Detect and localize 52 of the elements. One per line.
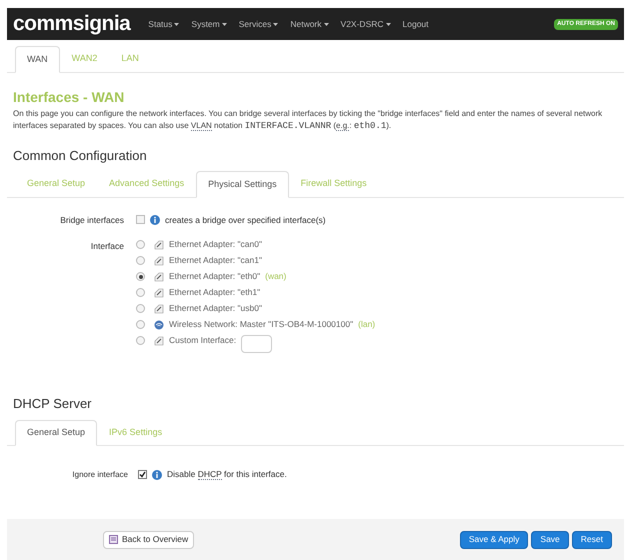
- field-label: Interface: [90, 240, 125, 254]
- page-description: On this page you can configure the network interfaces. You can bridge several interfaces by ticking the "bridge interfaces" field and enter the names of several network interfaces separated by spaces. You can also use VLAN notation INTERFACE.VLANNR (e.g.: eth0.1).: [12, 108, 604, 132]
- radio-button[interactable]: [136, 272, 145, 282]
- interface-option-label: Ethernet Adapter: "can0": [169, 238, 262, 252]
- info-icon: [152, 470, 162, 480]
- interface-option-label: Ethernet Adapter: "can1": [169, 254, 262, 268]
- ethernet-icon: [154, 288, 164, 298]
- field-hint: creates a bridge over specified interface(s): [165, 214, 326, 226]
- ethernet-icon: [154, 304, 164, 314]
- interface-option-label: Custom Interface:: [169, 334, 236, 348]
- ethernet-icon: [154, 256, 164, 266]
- zone-tag: (lan): [358, 318, 376, 332]
- field-label: Bridge interfaces: [59, 214, 125, 226]
- nav-menu-item[interactable]: Status: [142, 18, 186, 30]
- ethernet-icon: [154, 272, 164, 282]
- action-button[interactable]: Save & Apply: [460, 530, 528, 548]
- radio-button[interactable]: [136, 256, 145, 266]
- radio-button[interactable]: [136, 336, 145, 346]
- radio-button[interactable]: [136, 320, 145, 330]
- nav-menu-item[interactable]: Logout: [396, 18, 435, 30]
- nav-menu-item[interactable]: V2X-DSRC: [334, 18, 397, 30]
- ethernet-icon: [154, 336, 164, 346]
- nav-menu-item[interactable]: System: [185, 18, 233, 30]
- nav-menu-item[interactable]: Services: [232, 18, 284, 30]
- section-title: Common Configuration: [12, 146, 148, 165]
- radio-button[interactable]: [136, 288, 145, 298]
- nav-menu-item[interactable]: Network: [284, 18, 335, 30]
- ethernet-icon: [154, 240, 164, 250]
- tab[interactable]: General Setup: [15, 420, 98, 446]
- info-icon: [150, 214, 160, 225]
- radio-button[interactable]: [136, 304, 145, 314]
- tab[interactable]: WAN: [15, 46, 60, 72]
- logo[interactable]: commsignia: [13, 8, 130, 40]
- zone-tag: (wan): [265, 270, 286, 284]
- field-hint: Disable DHCP for this interface.: [167, 468, 287, 481]
- field-label: Ignore interface: [71, 468, 129, 481]
- radio-button[interactable]: [136, 240, 145, 250]
- interface-option-label: Ethernet Adapter: "eth0": [169, 270, 260, 284]
- checkbox[interactable]: [138, 470, 147, 480]
- interface-option-label: Ethernet Adapter: "usb0": [169, 302, 262, 316]
- page-title: Interfaces - WAN: [12, 88, 126, 106]
- action-button[interactable]: Reset: [572, 530, 612, 548]
- back-button[interactable]: Back to Overview: [103, 530, 194, 548]
- custom-interface-field[interactable]: [241, 334, 272, 353]
- list-icon: [109, 535, 118, 544]
- tab[interactable]: Physical Settings: [196, 171, 289, 198]
- interface-option-label: Ethernet Adapter: "eth1": [169, 286, 260, 300]
- checkbox[interactable]: [136, 215, 145, 224]
- action-button[interactable]: Save: [531, 530, 569, 548]
- interface-option-label: Wireless Network: Master "ITS-OB4-M-1000100": [169, 318, 354, 332]
- section-title: DHCP Server: [12, 395, 93, 414]
- wireless-icon: [154, 320, 164, 330]
